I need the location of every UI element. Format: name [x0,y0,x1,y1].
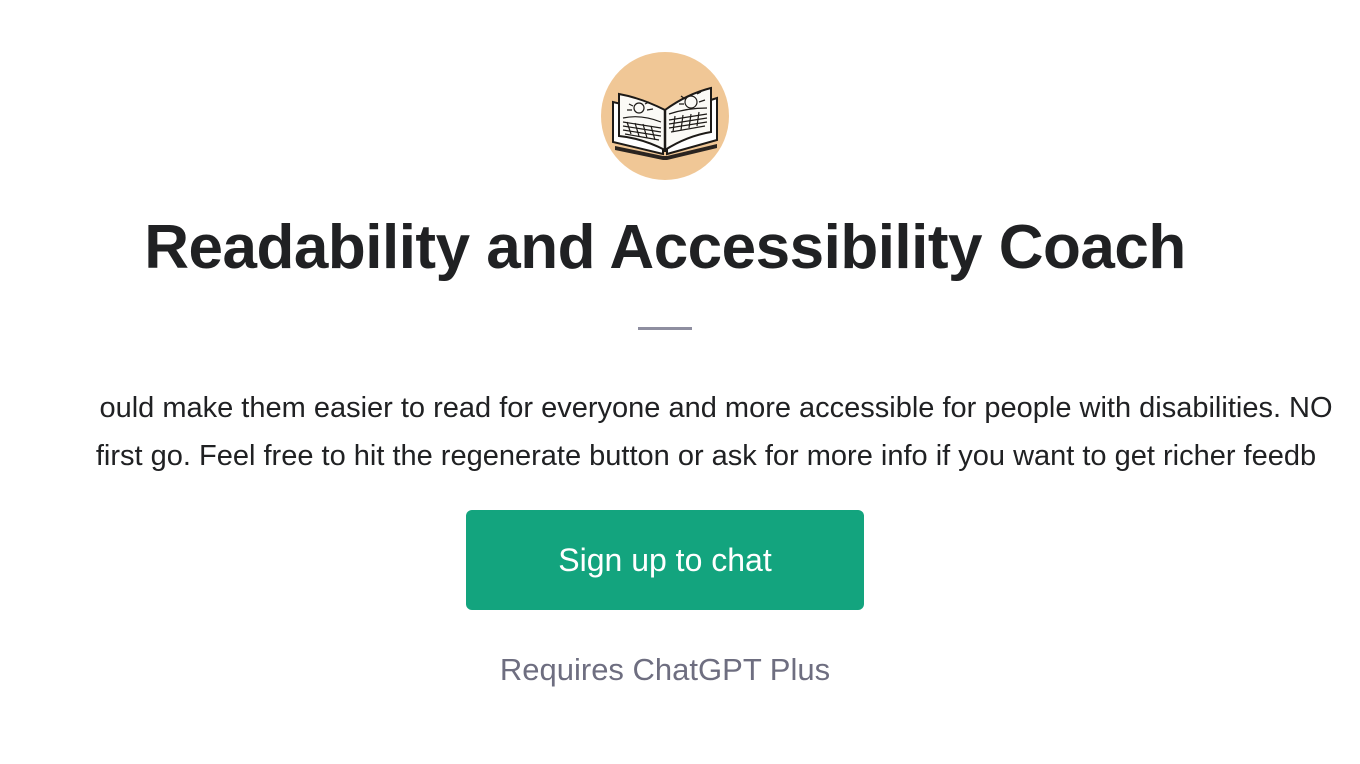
description-line: ould make them easier to read for everyo… [99,392,1333,424]
gpt-avatar [601,52,729,180]
title-divider [638,327,692,330]
gpt-landing-page: Readability and Accessibility Coach ould… [0,0,1360,764]
sign-up-button[interactable]: Sign up to chat [466,510,864,610]
gpt-title: Readability and Accessibility Coach [144,213,1186,282]
requires-plus-note: Requires ChatGPT Plus [499,652,831,687]
open-book-icon [612,86,718,160]
gpt-description: ould make them easier to read for everyo… [0,386,1360,486]
description-line: first go. Feel free to hit the regenerat… [95,440,1317,472]
